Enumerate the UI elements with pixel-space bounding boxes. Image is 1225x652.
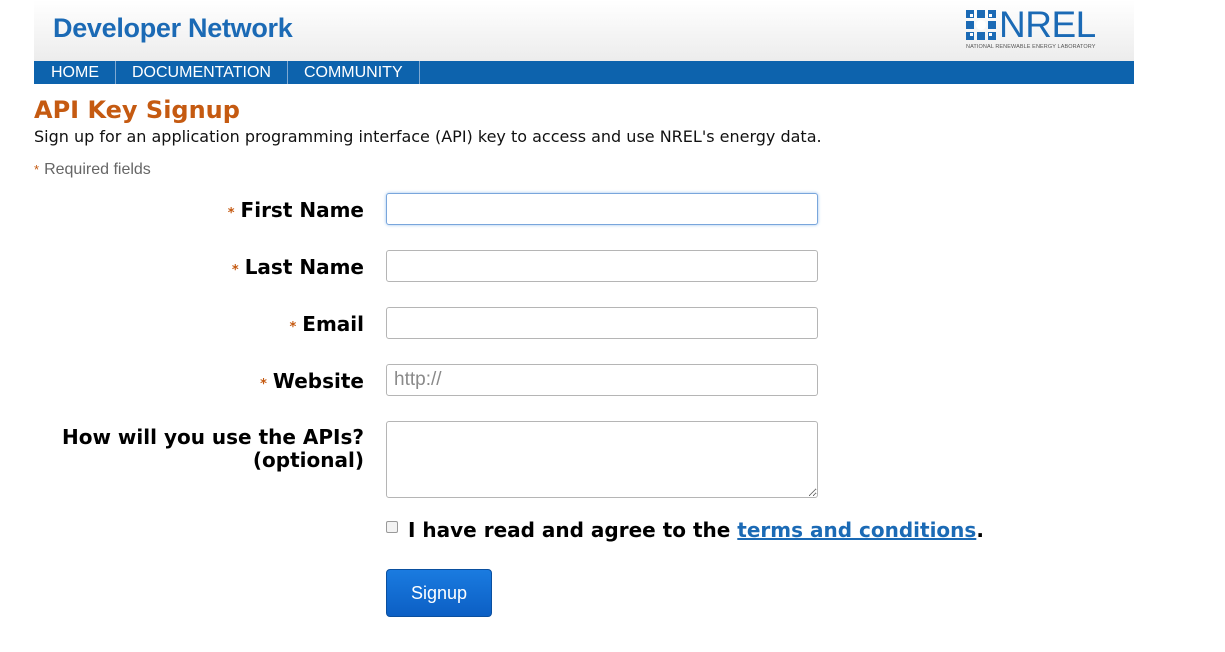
required-marker: * xyxy=(289,320,297,335)
email-label: * Email xyxy=(289,312,364,336)
site-header: Developer Network NREL NATIONAL RENEWABL… xyxy=(34,0,1134,61)
last-name-input[interactable] xyxy=(386,250,818,282)
nrel-logo[interactable]: NREL NATIONAL RENEWABLE ENERGY LABORATOR… xyxy=(965,4,1121,54)
logo-wordmark: NREL xyxy=(999,4,1096,45)
usage-textarea[interactable] xyxy=(386,421,818,498)
page-intro: Sign up for an application programming i… xyxy=(34,127,822,146)
agree-text: I have read and agree to the xyxy=(408,518,731,542)
website-input[interactable] xyxy=(386,364,818,396)
website-label: * Website xyxy=(260,369,364,393)
required-note-text: Required fields xyxy=(44,161,151,178)
required-note: * Required fields xyxy=(34,161,151,179)
terms-agreement: I have read and agree to the terms and c… xyxy=(386,518,984,542)
terms-link[interactable]: terms and conditions xyxy=(737,518,976,542)
first-name-input[interactable] xyxy=(386,193,818,225)
email-input[interactable] xyxy=(386,307,818,339)
usage-label: How will you use the APIs? (optional) xyxy=(62,425,364,472)
page-title: API Key Signup xyxy=(34,96,240,124)
required-marker: * xyxy=(227,206,235,221)
main-nav: HOME DOCUMENTATION COMMUNITY xyxy=(34,61,1134,84)
nav-documentation[interactable]: DOCUMENTATION xyxy=(116,61,288,84)
terms-checkbox[interactable] xyxy=(386,521,398,533)
first-name-label: * First Name xyxy=(227,198,364,222)
required-marker: * xyxy=(231,263,239,278)
logo-subtext: NATIONAL RENEWABLE ENERGY LABORATORY xyxy=(966,44,1096,50)
nav-community[interactable]: COMMUNITY xyxy=(288,61,420,84)
site-brand[interactable]: Developer Network xyxy=(53,13,293,44)
required-marker: * xyxy=(260,377,267,392)
nrel-logo-icon xyxy=(966,10,996,40)
signup-button[interactable]: Signup xyxy=(386,569,492,617)
nav-home[interactable]: HOME xyxy=(34,61,116,84)
last-name-label: * Last Name xyxy=(231,255,364,279)
required-marker: * xyxy=(34,162,40,177)
